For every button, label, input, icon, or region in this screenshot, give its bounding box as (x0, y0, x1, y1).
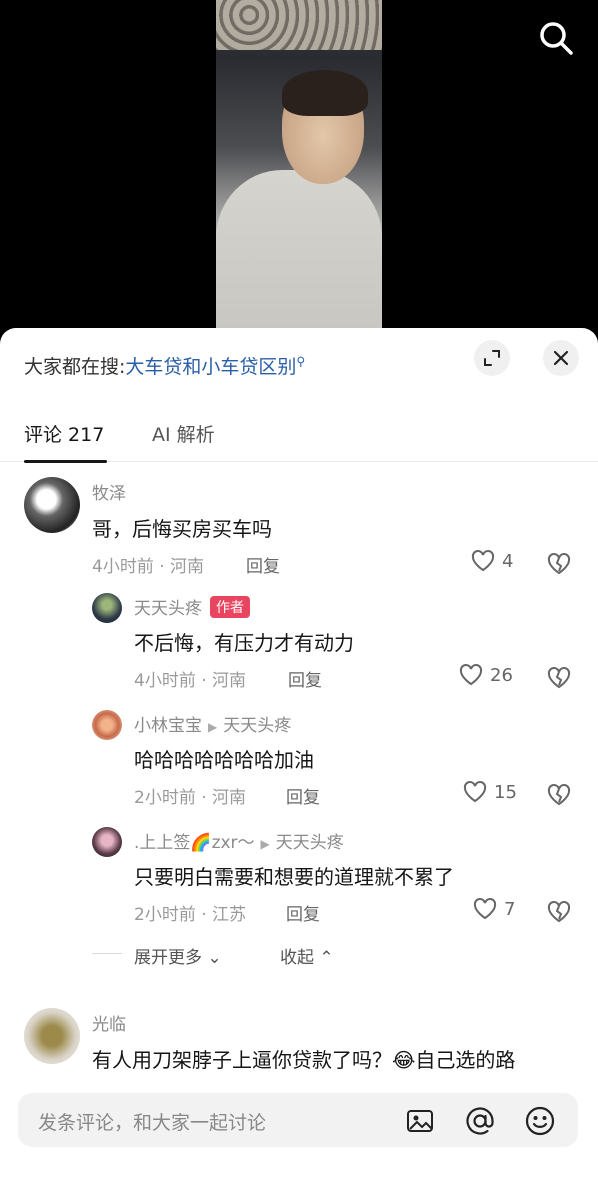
comment-input[interactable]: 发条评论，和大家一起讨论 (18, 1093, 578, 1147)
trending-prefix: 大家都在搜: (24, 356, 126, 378)
like-button[interactable]: 26 (458, 663, 513, 687)
comment-input-placeholder[interactable]: 发条评论，和大家一起讨论 (38, 1108, 266, 1135)
collapse-label: 收起 (280, 948, 314, 968)
comment-meta: 2小时前 · 河南 (134, 788, 247, 808)
commenter-name: .上上签🌈zxr～ ▶ 天天头疼 (134, 828, 344, 853)
comment-sheet: 大家都在搜:大车贷和小车贷区别⚲ 评论 217 AI 解析 牧泽 哥，后悔买房买… (0, 328, 598, 1199)
comment-meta: 4小时前 · 河南 (134, 671, 247, 691)
reply-button[interactable]: 回复 (288, 666, 322, 691)
heart-icon (473, 898, 497, 920)
reply-button[interactable]: 回复 (246, 552, 280, 577)
comment-location: 河南 (170, 557, 205, 577)
author-badge: 作者 (210, 596, 250, 618)
comment-list[interactable]: 牧泽 哥，后悔买房买车吗 4小时前 · 河南 回复 4 天天头疼 作者 不后悔，有… (0, 463, 598, 1083)
comment-location: 河南 (212, 788, 247, 808)
search-icon[interactable] (536, 18, 576, 58)
expand-sheet-button[interactable] (474, 340, 510, 376)
like-count: 4 (502, 550, 514, 572)
reply-button[interactable]: 回复 (286, 900, 320, 925)
commenter-name[interactable]: 光临 (92, 1010, 126, 1035)
avatar[interactable] (92, 827, 122, 857)
divider-line (92, 953, 122, 954)
image-icon[interactable] (404, 1105, 436, 1137)
video-player[interactable] (0, 0, 598, 330)
avatar[interactable] (24, 477, 80, 533)
expand-icon (484, 350, 500, 366)
like-count: 15 (494, 781, 517, 803)
comment-meta: 2小时前 · 江苏 (134, 905, 247, 925)
heart-icon (471, 550, 495, 572)
reply-item: 天天头疼 作者 不后悔，有压力才有动力 4小时前 · 河南 回复 26 (0, 583, 598, 700)
comment-time: 4小时前 (92, 557, 154, 577)
comment-text: 只要明白需要和想要的道理就不累了 (134, 865, 454, 889)
tab-comments[interactable]: 评论 217 (24, 420, 104, 447)
heart-icon (459, 664, 483, 686)
comment-time: 2小时前 (134, 788, 196, 808)
trending-search[interactable]: 大家都在搜:大车贷和小车贷区别⚲ (24, 352, 305, 379)
comment-text: 哥，后悔买房买车吗 (92, 517, 272, 541)
reply-author-name[interactable]: .上上签🌈zxr～ (134, 833, 255, 853)
replies-expander: 展开更多 ⌄ 收起 ⌃ (0, 939, 598, 969)
comment-item: 牧泽 哥，后悔买房买车吗 4小时前 · 河南 回复 4 (0, 463, 598, 583)
trending-query-link[interactable]: 大车贷和小车贷区别 (125, 356, 296, 378)
reply-item: .上上签🌈zxr～ ▶ 天天头疼 只要明白需要和想要的道理就不累了 2小时前 · 江… (0, 817, 598, 934)
reply-author-name[interactable]: 小林宝宝 (134, 716, 202, 736)
reply-arrow-icon: ▶ (260, 837, 270, 851)
collapse-button[interactable]: 收起 ⌃ (280, 943, 334, 968)
broken-heart-icon[interactable] (546, 782, 572, 808)
commenter-name: 天天头疼 作者 (134, 594, 250, 619)
like-button[interactable]: 7 (472, 897, 515, 921)
comment-location: 江苏 (212, 905, 247, 925)
comment-meta: 4小时前 · 河南 (92, 557, 205, 577)
reply-button[interactable]: 回复 (286, 783, 320, 808)
comment-time: 2小时前 (134, 905, 196, 925)
chevron-down-icon: ⌄ (207, 948, 222, 968)
comment-time: 4小时前 (134, 671, 196, 691)
reply-target-name[interactable]: 天天头疼 (276, 833, 344, 853)
mention-icon[interactable] (464, 1105, 496, 1137)
avatar[interactable] (92, 710, 122, 740)
like-count: 7 (504, 898, 516, 920)
chevron-up-icon: ⌃ (319, 948, 334, 968)
broken-heart-icon[interactable] (546, 899, 572, 925)
video-person-hair (282, 70, 368, 116)
close-icon (553, 350, 569, 366)
comment-composer-bar: 发条评论，和大家一起讨论 (0, 1083, 598, 1199)
reply-author-name[interactable]: 天天头疼 (134, 599, 202, 619)
reply-target-name[interactable]: 天天头疼 (223, 716, 291, 736)
comment-text: 不后悔，有压力才有动力 (134, 631, 354, 655)
avatar[interactable] (24, 1008, 80, 1064)
tab-bar: 评论 217 AI 解析 (0, 408, 598, 463)
comment-text: 哈哈哈哈哈哈哈加油 (134, 748, 314, 772)
comment-location: 河南 (212, 671, 247, 691)
comment-text: 有人用刀架脖子上逼你贷款了吗？😂自己选的路 (92, 1048, 516, 1072)
reply-item: 小林宝宝 ▶ 天天头疼 哈哈哈哈哈哈哈加油 2小时前 · 河南 回复 15 (0, 700, 598, 817)
broken-heart-icon[interactable] (546, 665, 572, 691)
tab-ai-analysis[interactable]: AI 解析 (152, 420, 215, 447)
commenter-name[interactable]: 牧泽 (92, 479, 126, 504)
emoji-icon[interactable] (524, 1105, 556, 1137)
heart-icon (463, 781, 487, 803)
avatar[interactable] (92, 593, 122, 623)
comment-item: 光临 有人用刀架脖子上逼你贷款了吗？😂自己选的路 (0, 998, 598, 1083)
like-button[interactable]: 4 (470, 549, 513, 573)
reply-arrow-icon: ▶ (208, 720, 218, 734)
video-person-body (216, 170, 382, 330)
like-button[interactable]: 15 (462, 780, 517, 804)
close-button[interactable] (543, 340, 579, 376)
video-background-curtain (216, 0, 382, 50)
expand-more-label: 展开更多 (134, 948, 202, 968)
search-icon: ⚲ (296, 354, 306, 369)
like-count: 26 (490, 664, 513, 686)
expand-more-button[interactable]: 展开更多 ⌄ (134, 943, 222, 968)
broken-heart-icon[interactable] (546, 551, 572, 577)
commenter-name: 小林宝宝 ▶ 天天头疼 (134, 711, 291, 736)
video-frame (216, 0, 382, 330)
